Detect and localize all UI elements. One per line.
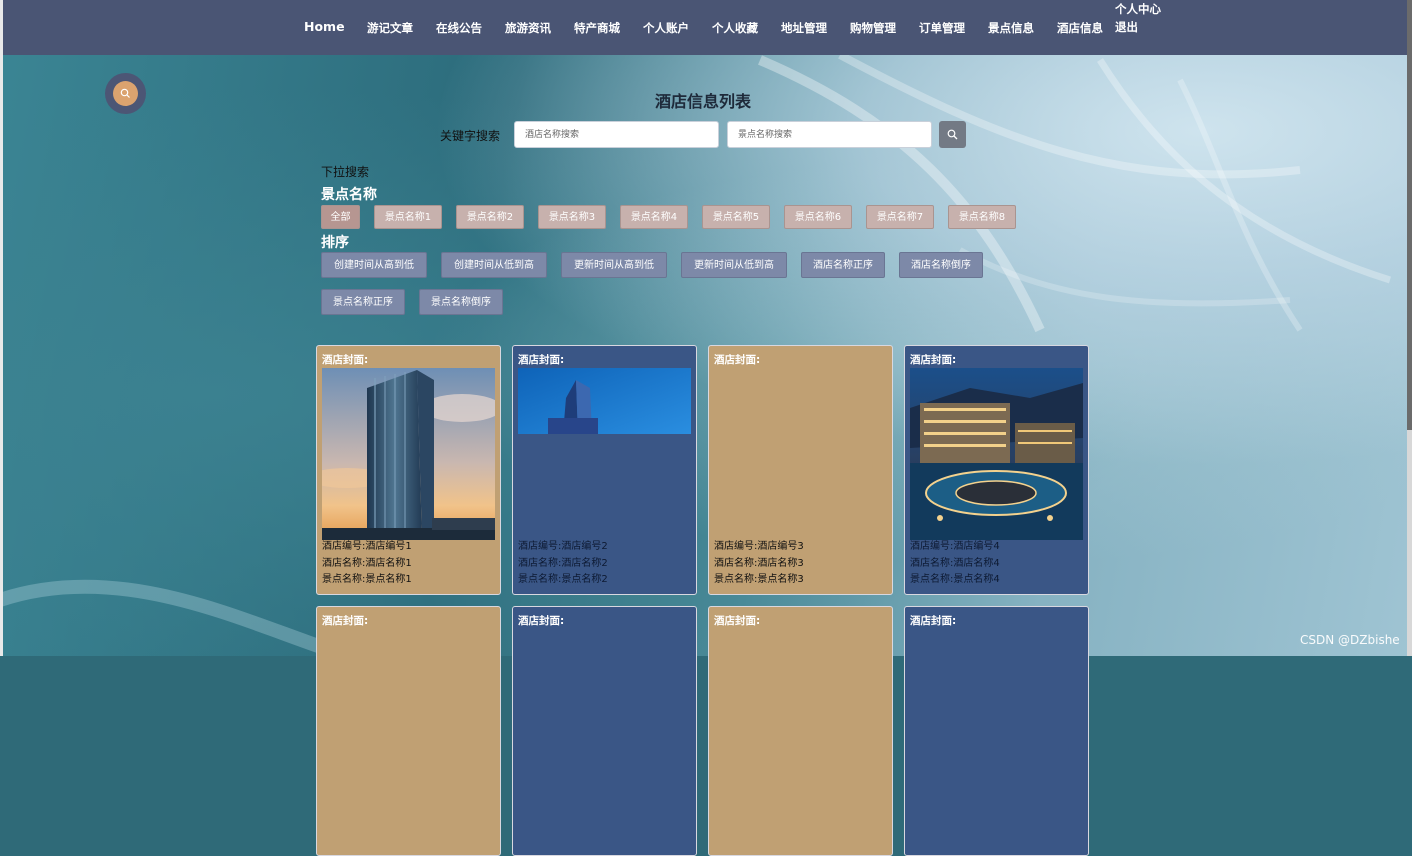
hotel-number: 酒店编号:酒店编号2 (518, 541, 608, 552)
search-icon (120, 88, 130, 98)
nav-announcements[interactable]: 在线公告 (436, 20, 482, 36)
sort-spot-name-asc-button[interactable]: 景点名称正序 (321, 289, 405, 315)
spot-filter-option[interactable]: 景点名称1 (374, 205, 442, 229)
hotel-number: 酒店编号:酒店编号1 (322, 541, 412, 552)
spot-name: 景点名称:景点名称4 (910, 574, 1000, 585)
sort-created-desc-button[interactable]: 创建时间从高到低 (321, 252, 427, 278)
hotel-cover-image[interactable] (910, 368, 1083, 540)
hotel-card[interactable]: 酒店封面: (512, 606, 697, 856)
nav-user-center[interactable]: 个人中心 (1115, 0, 1161, 18)
nav-order-management[interactable]: 订单管理 (919, 20, 965, 36)
spot-filter-option[interactable]: 景点名称6 (784, 205, 852, 229)
nav-hotels[interactable]: 酒店信息 (1057, 20, 1103, 36)
nav-user-links: 个人中心 退出 (1115, 0, 1161, 36)
cover-label: 酒店封面: (714, 615, 761, 627)
hotel-cover-image[interactable] (518, 368, 691, 434)
spot-name-search-input[interactable] (727, 121, 932, 148)
hotel-card[interactable]: 酒店封面: 酒店编号:酒店编号4 酒店名称:酒店名称4 景点名称:景点名称4 (904, 345, 1089, 595)
spot-filter-all[interactable]: 全部 (321, 205, 360, 229)
watermark: CSDN @DZbishe (1300, 633, 1400, 647)
scrollbar-thumb[interactable] (1407, 0, 1412, 430)
cover-label: 酒店封面: (910, 615, 957, 627)
spot-filter-option[interactable]: 景点名称7 (866, 205, 934, 229)
sort-spot-name-desc-button[interactable]: 景点名称倒序 (419, 289, 503, 315)
cover-label: 酒店封面: (910, 354, 957, 366)
sort-hotel-name-asc-button[interactable]: 酒店名称正序 (801, 252, 885, 278)
nav-personal-account[interactable]: 个人账户 (643, 20, 689, 36)
spot-name: 景点名称:景点名称3 (714, 574, 804, 585)
nav-specialty-mall[interactable]: 特产商城 (574, 20, 620, 36)
hotel-name: 酒店名称:酒店名称4 (910, 557, 1000, 569)
floating-search-button[interactable] (105, 73, 146, 114)
sort-heading: 排序 (321, 235, 349, 251)
sort-created-asc-button[interactable]: 创建时间从低到高 (441, 252, 547, 278)
spot-filter-option[interactable]: 景点名称5 (702, 205, 770, 229)
hotel-name: 酒店名称:酒店名称2 (518, 557, 608, 569)
search-button[interactable] (939, 121, 966, 148)
nav-logout[interactable]: 退出 (1115, 18, 1161, 36)
hotel-cover-image[interactable] (322, 368, 495, 540)
hotel-name: 酒店名称:酒店名称3 (714, 557, 804, 569)
nav-travel-news[interactable]: 旅游资讯 (505, 20, 551, 36)
nav-travel-articles[interactable]: 游记文章 (367, 20, 413, 36)
cover-label: 酒店封面: (518, 615, 565, 627)
window-left-edge (0, 0, 3, 656)
hotel-card[interactable]: 酒店封面: (316, 606, 501, 856)
hotel-name: 酒店名称:酒店名称1 (322, 557, 412, 569)
card-info: 酒店编号:酒店编号2 酒店名称:酒店名称2 景点名称:景点名称2 (518, 539, 608, 589)
hotel-card[interactable]: 酒店封面: 酒店编号:酒店编号3 酒店名称:酒店名称3 景点名称:景点名称3 (708, 345, 893, 595)
spot-name: 景点名称:景点名称2 (518, 574, 608, 585)
sort-updated-asc-button[interactable]: 更新时间从低到高 (681, 252, 787, 278)
search-icon (947, 129, 958, 140)
card-info: 酒店编号:酒店编号3 酒店名称:酒店名称3 景点名称:景点名称3 (714, 539, 804, 589)
nav-shopping-management[interactable]: 购物管理 (850, 20, 896, 36)
dropdown-search-label: 下拉搜索 (321, 165, 370, 179)
sort-updated-desc-button[interactable]: 更新时间从高到低 (561, 252, 667, 278)
sort-hotel-name-desc-button[interactable]: 酒店名称倒序 (899, 252, 983, 278)
page-title: 酒店信息列表 (654, 92, 751, 111)
spot-name: 景点名称:景点名称1 (322, 574, 412, 585)
hotel-name-search-input[interactable] (514, 121, 719, 148)
nav-scenic-spots[interactable]: 景点信息 (988, 20, 1034, 36)
top-navigation: Home 游记文章 在线公告 旅游资讯 特产商城 个人账户 个人收藏 地址管理 … (3, 0, 1407, 55)
hotel-card[interactable]: 酒店封面: 酒店编号:酒店编号2 酒店名称:酒店名称2 景点名称:景点名称2 (512, 345, 697, 595)
hotel-card[interactable]: 酒店封面: (904, 606, 1089, 856)
card-info: 酒店编号:酒店编号4 酒店名称:酒店名称4 景点名称:景点名称4 (910, 539, 1000, 589)
nav-address-management[interactable]: 地址管理 (781, 20, 827, 36)
spot-filter-option[interactable]: 景点名称2 (456, 205, 524, 229)
hotel-card[interactable]: 酒店封面: 酒店编号:酒店编号1 酒店名称:酒店名称1 景点名称:景点名称1 (316, 345, 501, 595)
nav-home[interactable]: Home (304, 19, 345, 34)
hotel-card[interactable]: 酒店封面: (708, 606, 893, 856)
spot-filter-option[interactable]: 景点名称3 (538, 205, 606, 229)
nav-favorites[interactable]: 个人收藏 (712, 20, 758, 36)
keyword-search-label: 关键字搜索 (440, 129, 501, 143)
spot-filter-heading: 景点名称 (321, 187, 377, 203)
hotel-number: 酒店编号:酒店编号4 (910, 541, 1000, 552)
card-info: 酒店编号:酒店编号1 酒店名称:酒店名称1 景点名称:景点名称1 (322, 539, 412, 589)
spot-filter-option[interactable]: 景点名称8 (948, 205, 1016, 229)
spot-filter-option[interactable]: 景点名称4 (620, 205, 688, 229)
cover-label: 酒店封面: (322, 354, 369, 366)
cover-label: 酒店封面: (518, 354, 565, 366)
cover-label: 酒店封面: (714, 354, 761, 366)
cover-label: 酒店封面: (322, 615, 369, 627)
hotel-number: 酒店编号:酒店编号3 (714, 541, 804, 552)
